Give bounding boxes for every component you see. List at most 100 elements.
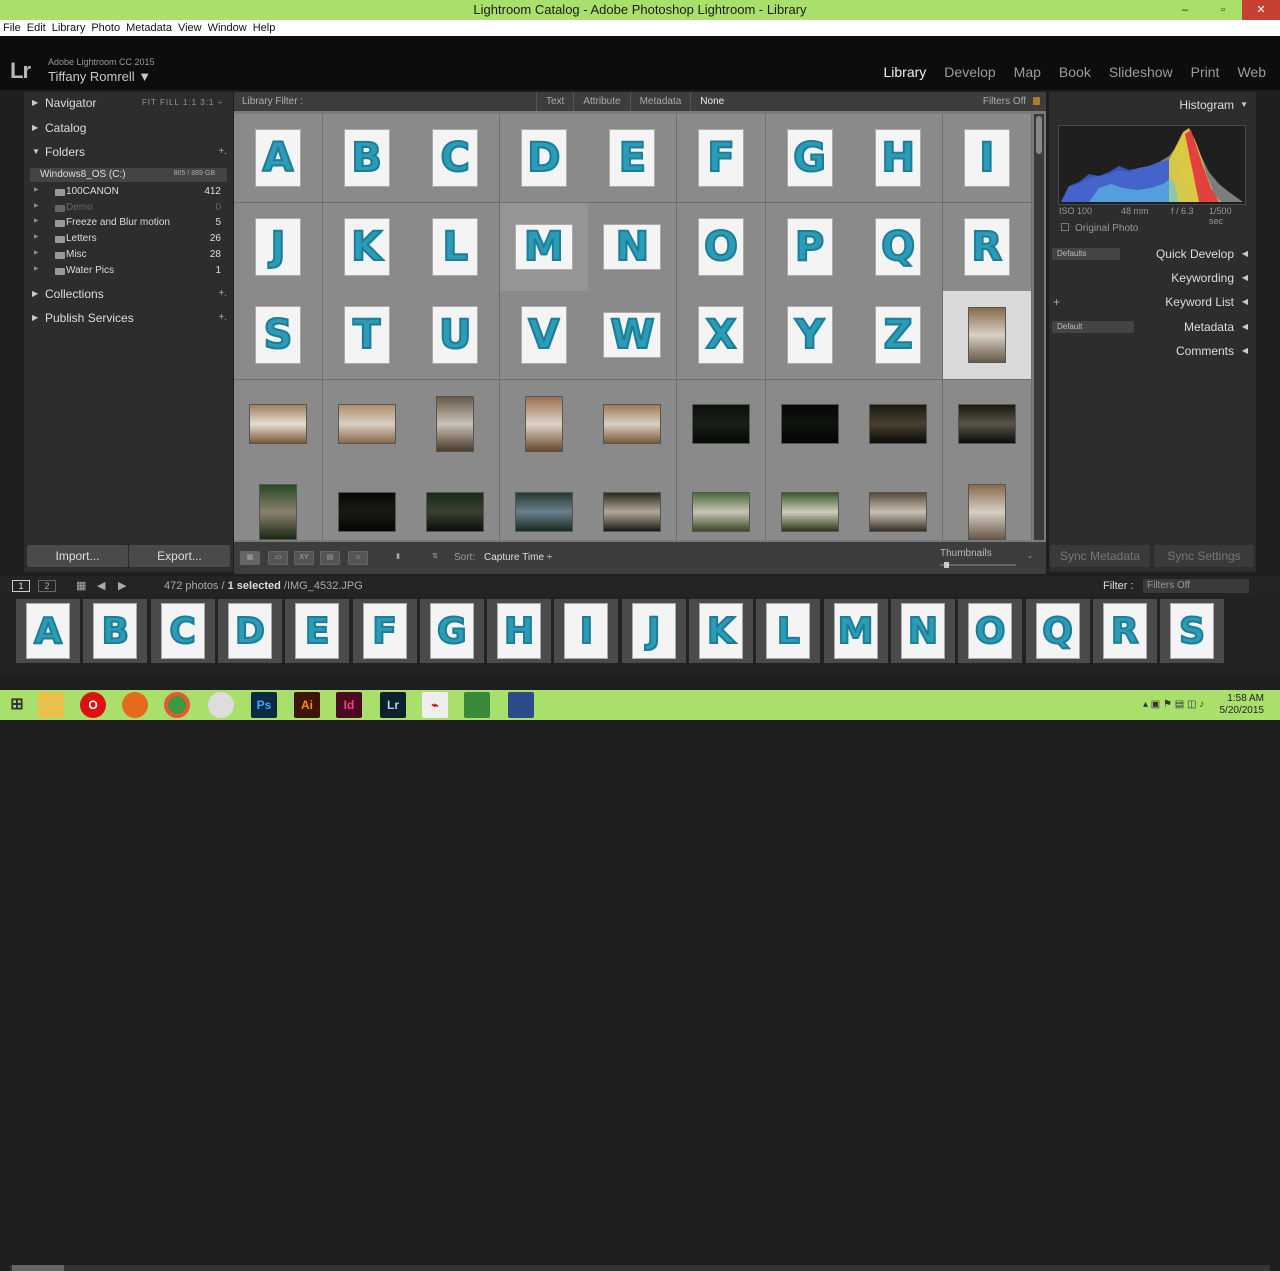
sort-select[interactable]: Capture Time ÷ — [484, 552, 552, 563]
expand-triangle-icon[interactable]: ▶ — [32, 307, 38, 329]
grid-cell[interactable]: D — [499, 114, 589, 203]
letter-thumbnail[interactable]: S — [255, 306, 301, 365]
filter-status[interactable]: Filters Off — [983, 92, 1026, 111]
letter-thumbnail[interactable]: N — [900, 603, 945, 659]
grid-scrollbar[interactable] — [1034, 114, 1044, 540]
filmstrip-cell[interactable]: K — [689, 599, 753, 663]
spray-can-icon[interactable]: ▮ — [392, 551, 404, 565]
catalog-header[interactable]: ▶ Catalog — [24, 117, 233, 139]
filmstrip-cell[interactable]: I — [554, 599, 619, 663]
letter-thumbnail[interactable]: D — [227, 603, 272, 659]
letter-thumbnail[interactable]: H — [497, 603, 542, 659]
letter-thumbnail[interactable]: L — [432, 217, 479, 276]
grid-cell[interactable] — [588, 379, 678, 469]
loupe-view-icon[interactable]: ▭ — [268, 551, 288, 565]
grid-cell[interactable] — [234, 468, 323, 540]
grid-cell[interactable]: U — [411, 291, 501, 381]
menu-metadata[interactable]: Metadata — [126, 22, 172, 34]
letter-thumbnail[interactable]: R — [963, 217, 1010, 276]
grid-cell[interactable]: E — [588, 114, 678, 203]
grid-cell[interactable]: W — [588, 291, 678, 381]
grid-cell[interactable] — [942, 291, 1032, 381]
letter-thumbnail[interactable]: V — [520, 306, 567, 365]
filmstrip-cell[interactable]: B — [83, 599, 148, 663]
grid-cell[interactable]: P — [765, 202, 855, 292]
people-view-icon[interactable]: ☺ — [348, 551, 368, 565]
add-keyword-icon[interactable]: + — [1053, 291, 1060, 313]
photo-thumbnail[interactable] — [436, 395, 475, 452]
slider-knob[interactable] — [944, 562, 949, 568]
grid-cell[interactable] — [411, 379, 501, 469]
expand-triangle-icon[interactable]: ◀ — [1242, 340, 1248, 362]
grid-cell[interactable]: C — [411, 114, 501, 203]
filmstrip-cell[interactable]: F — [352, 599, 417, 663]
grid-cell[interactable]: B — [322, 114, 412, 203]
grid-cell[interactable] — [677, 379, 766, 469]
filmstrip-cell[interactable]: A — [16, 599, 80, 663]
sort-direction-icon[interactable]: ⇅ — [426, 551, 444, 565]
add-folder-icon[interactable]: +. — [218, 141, 227, 163]
grid-cell[interactable]: M — [499, 202, 589, 292]
expand-triangle-icon[interactable]: ▶ — [34, 233, 39, 240]
excel-icon[interactable] — [464, 692, 490, 718]
grid-cell[interactable]: V — [499, 291, 589, 381]
filmstrip-cell[interactable]: D — [217, 599, 282, 663]
grid-cell[interactable]: L — [411, 202, 501, 292]
back-arrow-icon[interactable]: ◀ — [97, 576, 105, 596]
grid-cell[interactable]: G — [765, 114, 855, 203]
collections-header[interactable]: ▶ Collections +. — [24, 283, 233, 305]
expand-triangle-icon[interactable]: ▶ — [34, 202, 39, 209]
grid-cell[interactable] — [588, 468, 678, 540]
folder-item[interactable]: ▶ Letters 26 — [30, 232, 227, 247]
expand-triangle-icon[interactable]: ◀ — [1242, 316, 1248, 338]
filter-tab-metadata[interactable]: Metadata — [629, 92, 691, 111]
photo-thumbnail[interactable] — [692, 492, 750, 533]
letter-thumbnail[interactable]: T — [343, 306, 390, 365]
grid-cell[interactable]: N — [588, 202, 678, 292]
forward-arrow-icon[interactable]: ▶ — [118, 576, 126, 596]
letter-thumbnail[interactable]: E — [295, 603, 340, 659]
module-slideshow[interactable]: Slideshow — [1109, 64, 1173, 80]
windows-start-icon[interactable]: ⊞ — [4, 692, 30, 718]
folder-item[interactable]: ▶ Demo 0 — [30, 201, 227, 216]
grid-cell[interactable] — [765, 379, 855, 469]
letter-thumbnail[interactable]: M — [514, 223, 573, 271]
menu-file[interactable]: File — [3, 22, 21, 34]
snipping-tool-icon[interactable] — [208, 692, 234, 718]
expand-triangle-icon[interactable]: ▶ — [34, 249, 39, 256]
expand-triangle-icon[interactable]: ◀ — [1242, 291, 1248, 313]
letter-thumbnail[interactable]: A — [255, 129, 301, 187]
photo-thumbnail[interactable] — [780, 492, 839, 533]
filmstrip-cell[interactable]: R — [1092, 599, 1157, 663]
grid-cell[interactable]: K — [322, 202, 412, 292]
filter-tab-text[interactable]: Text — [536, 92, 573, 111]
grid-cell[interactable] — [942, 468, 1032, 540]
grid-cell[interactable]: R — [942, 202, 1032, 292]
filter-tab-none[interactable]: None — [690, 92, 733, 111]
thumbnail-size-slider[interactable] — [940, 562, 1016, 568]
grid-cell[interactable]: A — [234, 114, 323, 203]
filmstrip-cell[interactable]: O — [958, 599, 1023, 663]
photoshop-icon[interactable]: Ps — [251, 692, 277, 718]
grid-cell[interactable]: Z — [854, 291, 944, 381]
chrome-icon[interactable] — [164, 692, 190, 718]
photo-thumbnail[interactable] — [514, 492, 573, 533]
photo-thumbnail[interactable] — [869, 403, 928, 444]
letter-thumbnail[interactable]: B — [343, 129, 390, 187]
filmstrip-filter-select[interactable]: Filters Off — [1143, 579, 1249, 593]
photo-thumbnail[interactable] — [603, 403, 662, 444]
grid-cell[interactable] — [234, 379, 323, 469]
toolbar-menu-chevron-icon[interactable]: ⌄ — [1024, 551, 1036, 565]
grid-view-icon[interactable]: ▦ — [240, 551, 260, 565]
menu-library[interactable]: Library — [52, 22, 86, 34]
secondary-window-button[interactable]: 2 — [38, 580, 56, 592]
navigator-zoom-options[interactable]: FIT FILL 1:1 3:1 ÷ — [142, 92, 223, 114]
letter-thumbnail[interactable]: K — [699, 603, 743, 659]
grid-cell[interactable] — [322, 379, 412, 469]
expand-triangle-icon[interactable]: ▶ — [32, 283, 38, 305]
checkbox-icon[interactable] — [1061, 223, 1069, 231]
module-web[interactable]: Web — [1237, 64, 1266, 80]
letter-thumbnail[interactable]: F — [698, 129, 744, 187]
keyword-list-header[interactable]: + Keyword List ◀ — [1049, 291, 1256, 313]
expand-triangle-icon[interactable]: ▶ — [32, 117, 38, 139]
